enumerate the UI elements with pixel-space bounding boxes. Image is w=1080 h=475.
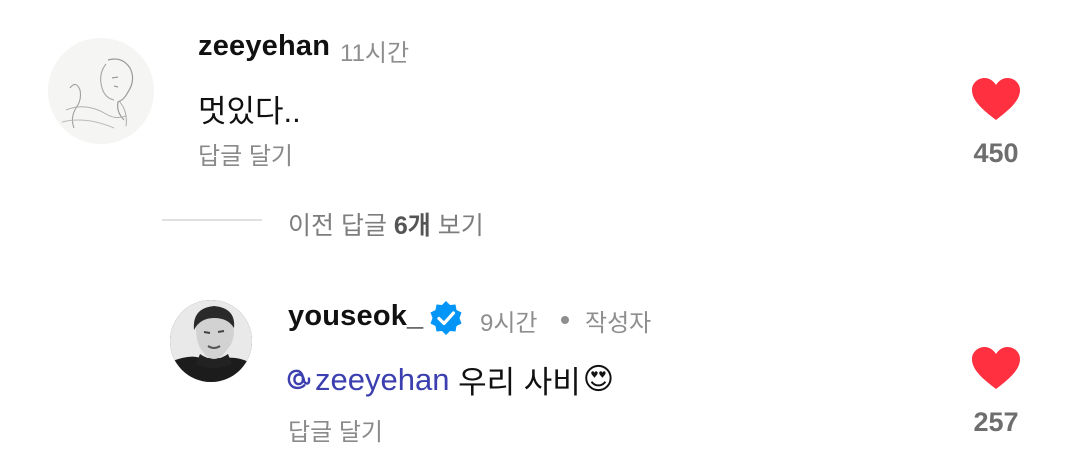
view-previous-suffix: 보기: [430, 212, 484, 240]
reply-time: 9시간: [480, 310, 538, 337]
reply-text-line: zeeyehan 우리 사비 😍: [287, 357, 614, 402]
like-count: 450: [973, 138, 1019, 168]
separator-dot: [561, 316, 569, 324]
author-badge: 작성자: [585, 310, 652, 337]
portrait-avatar-icon: [170, 300, 252, 382]
verified-badge-icon: [428, 300, 464, 341]
reply-button[interactable]: 답글 달기: [198, 136, 293, 171]
mention-username: zeeyehan: [315, 361, 450, 397]
like-button[interactable]: [971, 77, 1021, 126]
commenter-avatar[interactable]: [48, 38, 154, 144]
view-previous-count: 6개: [393, 212, 431, 240]
heart-icon: [972, 347, 1020, 389]
reply-author-avatar[interactable]: [170, 300, 252, 382]
sketch-portrait-avatar-icon: [48, 38, 154, 144]
heart-eyes-emoji: 😍: [582, 363, 615, 396]
like-count: 257: [973, 407, 1019, 437]
mention-link[interactable]: zeeyehan: [287, 362, 449, 398]
reply-button[interactable]: 답글 달기: [288, 412, 383, 447]
heart-icon: [972, 78, 1020, 120]
like-button[interactable]: [971, 346, 1021, 395]
view-previous-replies-button[interactable]: 이전 답글 6개 보기: [288, 206, 484, 242]
reply-username[interactable]: youseok_: [288, 300, 423, 333]
comment-time: 11시간: [340, 40, 410, 67]
comment-text: 멋있다..: [198, 94, 301, 129]
reply-text: 우리 사비: [449, 365, 581, 400]
thread-divider: [162, 219, 262, 221]
threads-at-icon: [287, 369, 311, 389]
view-previous-prefix: 이전 답글: [288, 212, 394, 240]
comment-username[interactable]: zeeyehan: [198, 30, 330, 63]
